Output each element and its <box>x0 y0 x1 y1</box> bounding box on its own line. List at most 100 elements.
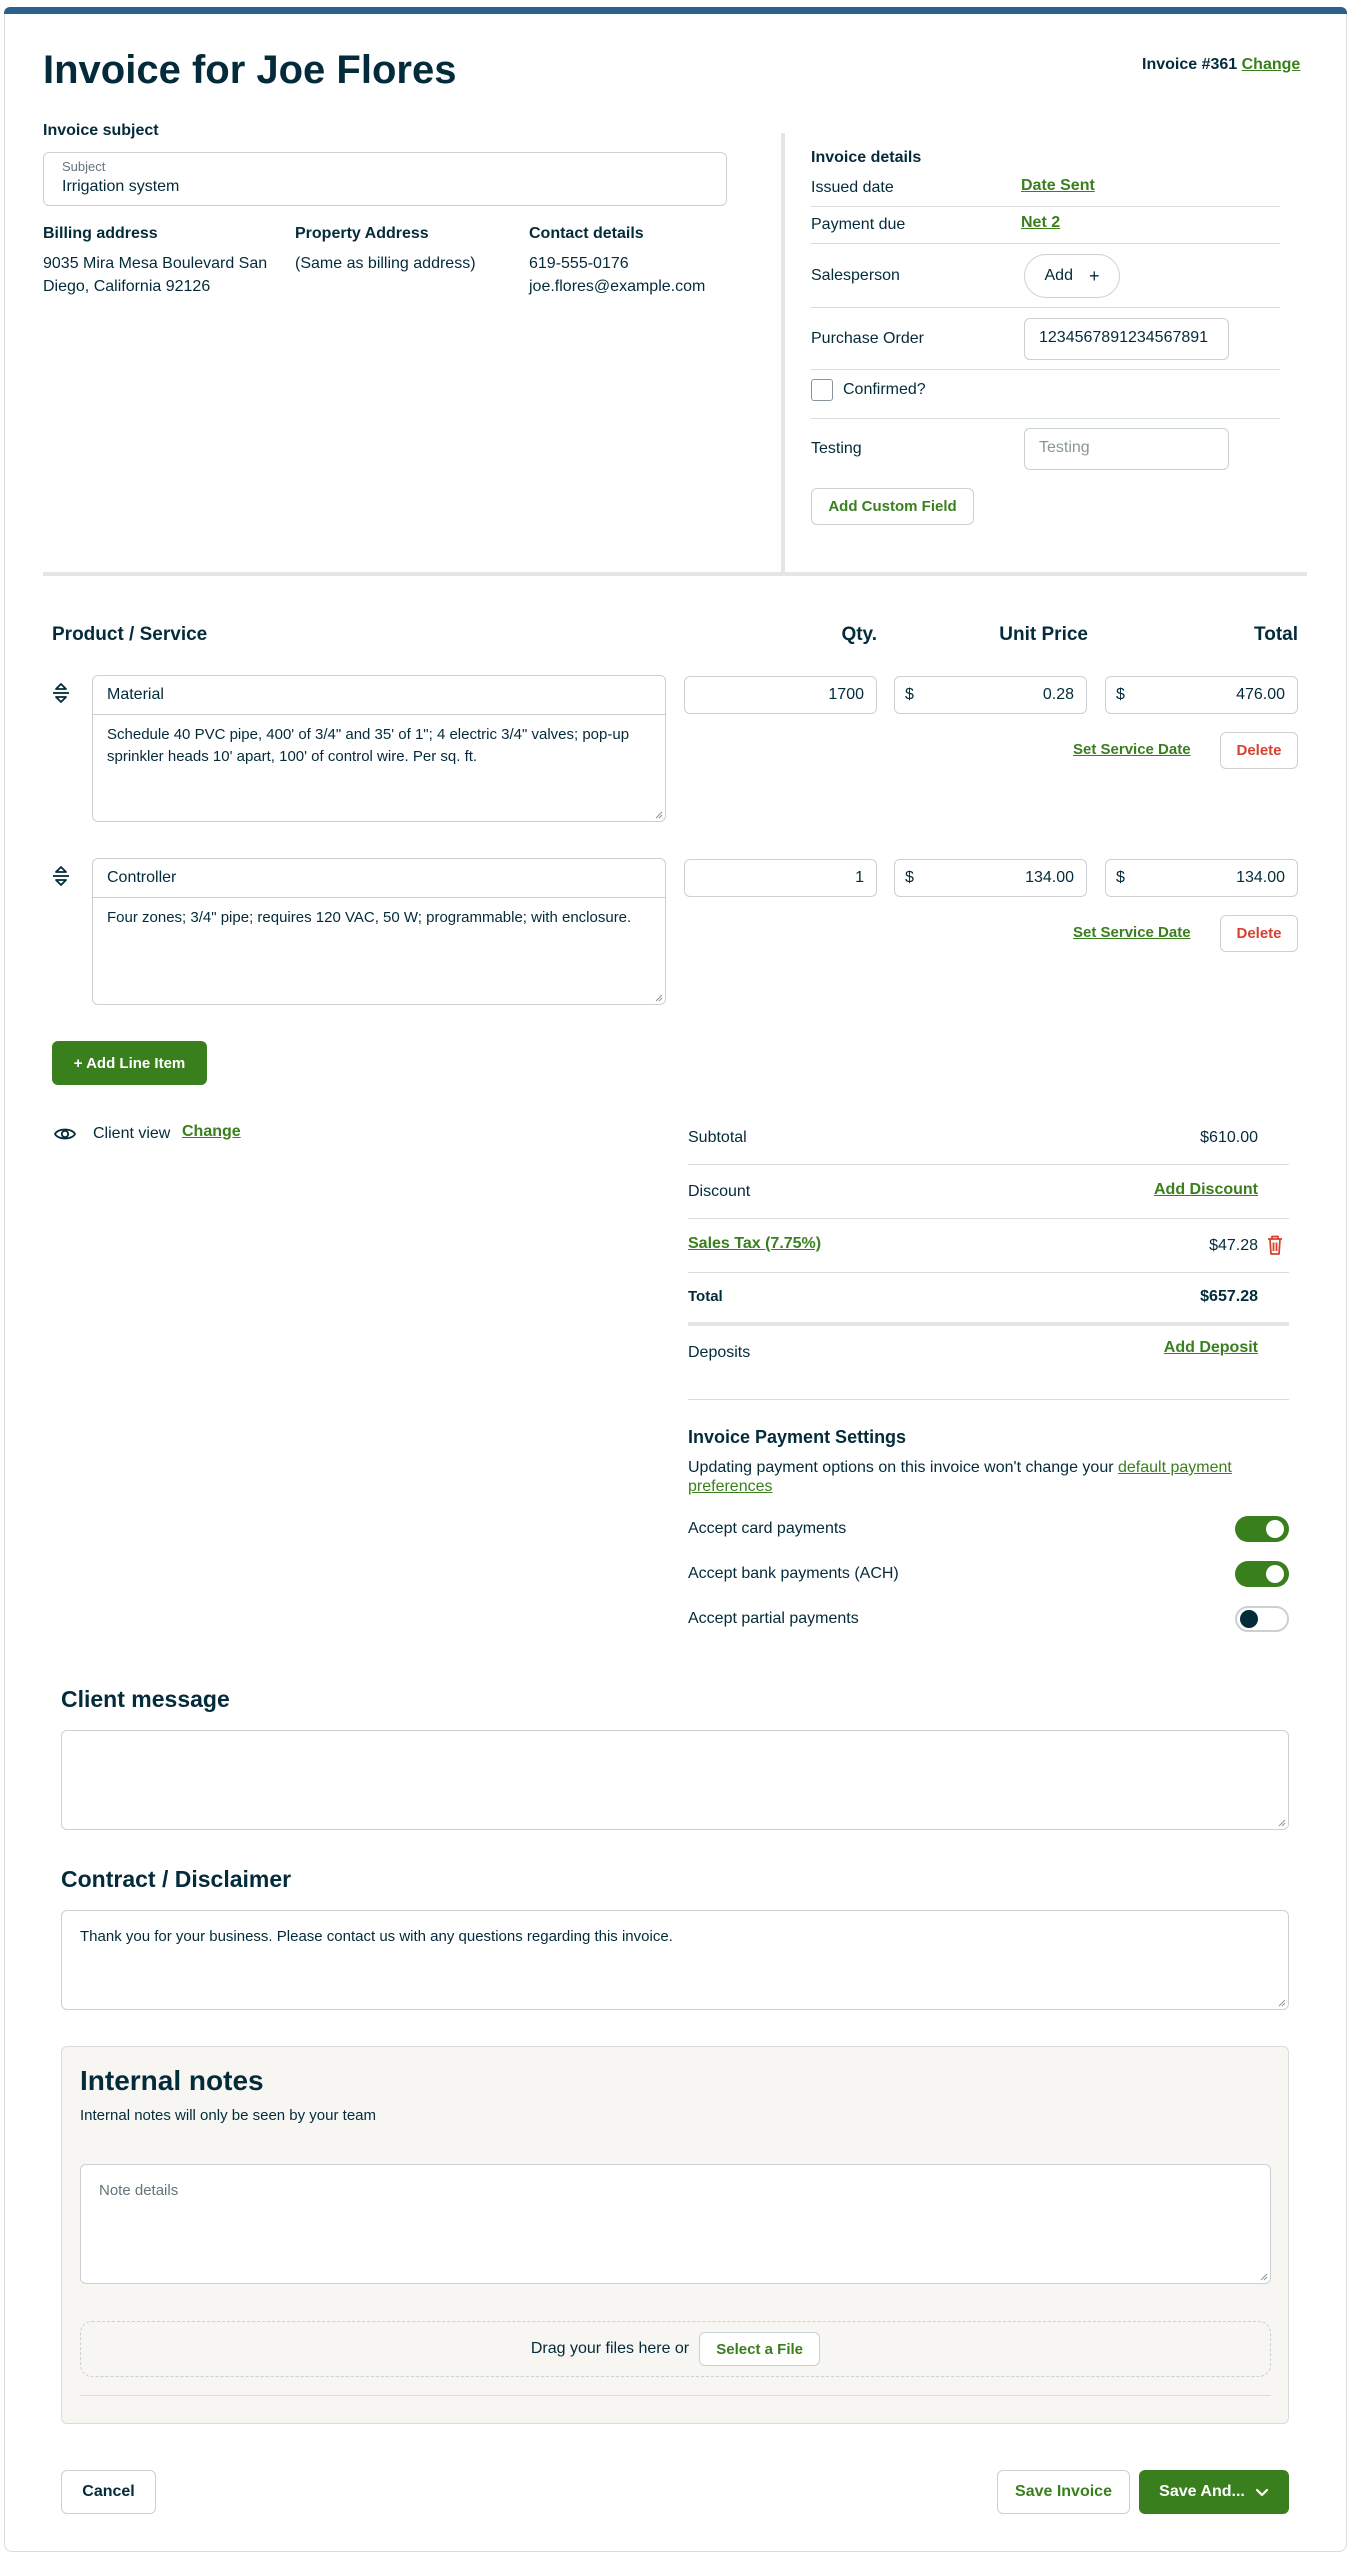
save-invoice-button[interactable]: Save Invoice <box>997 2470 1130 2514</box>
payment-settings-note: Updating payment options on this invoice… <box>688 1458 1288 1496</box>
save-and-label: Save And... <box>1159 2483 1245 2500</box>
trash-icon[interactable] <box>1266 1234 1284 1256</box>
divider <box>93 714 665 715</box>
cancel-button[interactable]: Cancel <box>61 2470 156 2514</box>
top-accent-bar <box>4 7 1347 14</box>
resize-handle-icon[interactable] <box>653 809 663 819</box>
divider <box>811 369 1280 370</box>
line-item-1-qty[interactable]: 1700 <box>684 676 877 714</box>
internal-notes-title: Internal notes <box>80 2065 264 2096</box>
billing-address-line1: 9035 Mira Mesa Boulevard San <box>43 255 268 272</box>
line-item-1-delete-button[interactable]: Delete <box>1220 732 1298 769</box>
column-divider <box>781 133 785 575</box>
line-item-1-total[interactable]: $ 476.00 <box>1105 676 1298 714</box>
confirmed-label: Confirmed? <box>843 381 926 398</box>
line-item-2-total-value: 134.00 <box>1236 869 1285 886</box>
subject-field[interactable]: Subject Irrigation system <box>43 152 727 206</box>
subject-section-label: Invoice subject <box>43 122 159 139</box>
divider <box>688 1164 1289 1165</box>
currency-symbol: $ <box>1116 686 1125 703</box>
total-separator <box>688 1322 1289 1326</box>
invoice-details-title: Invoice details <box>811 149 922 166</box>
line-item-2-name[interactable]: Controller <box>107 869 176 887</box>
divider <box>811 206 1280 207</box>
line-item-1-unit-price[interactable]: $ 0.28 <box>894 676 1087 714</box>
line-item-1-set-service-date[interactable]: Set Service Date <box>1073 741 1191 758</box>
discount-label: Discount <box>688 1183 751 1200</box>
invoice-number-text: Invoice #361 <box>1142 56 1238 73</box>
confirmed-checkbox[interactable] <box>811 379 833 401</box>
preferences-link[interactable]: preferences <box>688 1478 773 1495</box>
file-drop-zone[interactable]: Drag your files here or Select a File <box>80 2321 1271 2377</box>
line-item-2-set-service-date[interactable]: Set Service Date <box>1073 924 1191 941</box>
section-separator <box>43 572 1307 576</box>
testing-input[interactable]: Testing <box>1024 428 1229 470</box>
subtotal-value: $610.00 <box>1200 1129 1258 1146</box>
property-address-value: (Same as billing address) <box>295 255 476 272</box>
payment-settings-title: Invoice Payment Settings <box>688 1427 907 1447</box>
divider <box>80 2395 1271 2396</box>
resize-handle-icon[interactable] <box>1276 1997 1286 2007</box>
sales-tax-link[interactable]: Sales Tax (7.75%) <box>688 1235 821 1253</box>
contact-phone: 619-555-0176 <box>529 255 629 272</box>
add-line-item-button[interactable]: + Add Line Item <box>52 1041 207 1085</box>
testing-label: Testing <box>811 440 862 457</box>
toggle-knob <box>1266 1520 1284 1538</box>
add-discount-link[interactable]: Add Discount <box>1058 1181 1258 1199</box>
testing-placeholder: Testing <box>1039 439 1090 456</box>
sales-tax-value: $47.28 <box>1209 1237 1258 1254</box>
line-item-1-description[interactable]: Schedule 40 PVC pipe, 400' of 3/4" and 3… <box>107 724 647 768</box>
accept-bank-label: Accept bank payments (ACH) <box>688 1565 899 1582</box>
plus-icon: + <box>1088 265 1100 286</box>
resize-handle-icon[interactable] <box>1276 1817 1286 1827</box>
divider <box>688 1218 1289 1219</box>
save-and-button[interactable]: Save And... <box>1139 2470 1289 2514</box>
contact-details-label: Contact details <box>529 225 644 242</box>
contract-text: Thank you for your business. Please cont… <box>80 1928 673 1945</box>
internal-notes-subtitle: Internal notes will only be seen by your… <box>80 2107 376 2124</box>
purchase-order-label: Purchase Order <box>811 330 924 347</box>
sort-handle-icon[interactable] <box>50 865 72 887</box>
divider <box>93 897 665 898</box>
default-payment-link[interactable]: default payment <box>1118 1459 1232 1476</box>
select-file-button[interactable]: Select a File <box>699 2332 821 2366</box>
change-invoice-number-link[interactable]: Change <box>1242 56 1301 73</box>
add-custom-field-button[interactable]: Add Custom Field <box>811 488 974 525</box>
accept-card-toggle[interactable] <box>1235 1516 1289 1542</box>
client-message-title: Client message <box>61 1686 230 1712</box>
qty-header: Qty. <box>841 624 877 645</box>
accept-partial-toggle[interactable] <box>1235 1606 1289 1632</box>
purchase-order-input[interactable]: 1234567891234567891 <box>1024 318 1229 360</box>
issued-date-label: Issued date <box>811 179 894 196</box>
line-item-2-description[interactable]: Four zones; 3/4" pipe; requires 120 VAC,… <box>107 907 647 929</box>
line-item-2-unit-price[interactable]: $ 134.00 <box>894 859 1087 897</box>
line-item-2-unit-price-value: 134.00 <box>1025 869 1074 886</box>
line-item-1-card: Material Schedule 40 PVC pipe, 400' of 3… <box>92 675 666 822</box>
contact-email-link[interactable]: joe.flores@example.com <box>529 276 705 298</box>
accept-card-label: Accept card payments <box>688 1520 847 1537</box>
contract-textarea[interactable]: Thank you for your business. Please cont… <box>61 1910 1289 2010</box>
line-item-2-qty[interactable]: 1 <box>684 859 877 897</box>
payment-due-link[interactable]: Net 2 <box>1021 214 1060 232</box>
line-item-1-qty-value: 1700 <box>828 686 864 703</box>
client-view-change-link[interactable]: Change <box>182 1123 241 1141</box>
drop-zone-text: Drag your files here or <box>530 2340 690 2357</box>
client-view-label: Client view <box>93 1125 171 1142</box>
divider <box>811 243 1280 244</box>
issued-date-link[interactable]: Date Sent <box>1021 177 1095 195</box>
line-item-2-total[interactable]: $ 134.00 <box>1105 859 1298 897</box>
accept-bank-toggle[interactable] <box>1235 1561 1289 1587</box>
sort-handle-icon[interactable] <box>50 682 72 704</box>
line-item-2-qty-value: 1 <box>855 869 864 886</box>
add-deposit-link[interactable]: Add Deposit <box>1058 1339 1258 1357</box>
resize-handle-icon[interactable] <box>1258 2271 1268 2281</box>
total-value: $657.28 <box>1200 1288 1258 1305</box>
subject-value: Irrigation system <box>62 178 180 195</box>
client-message-textarea[interactable] <box>61 1730 1289 1830</box>
note-details-textarea[interactable]: Note details <box>80 2164 1271 2284</box>
line-item-2-delete-button[interactable]: Delete <box>1220 915 1298 952</box>
billing-address-line2: Diego, California 92126 <box>43 278 211 295</box>
line-item-1-name[interactable]: Material <box>107 686 164 704</box>
add-salesperson-button[interactable]: Add + <box>1024 254 1120 298</box>
resize-handle-icon[interactable] <box>653 992 663 1002</box>
